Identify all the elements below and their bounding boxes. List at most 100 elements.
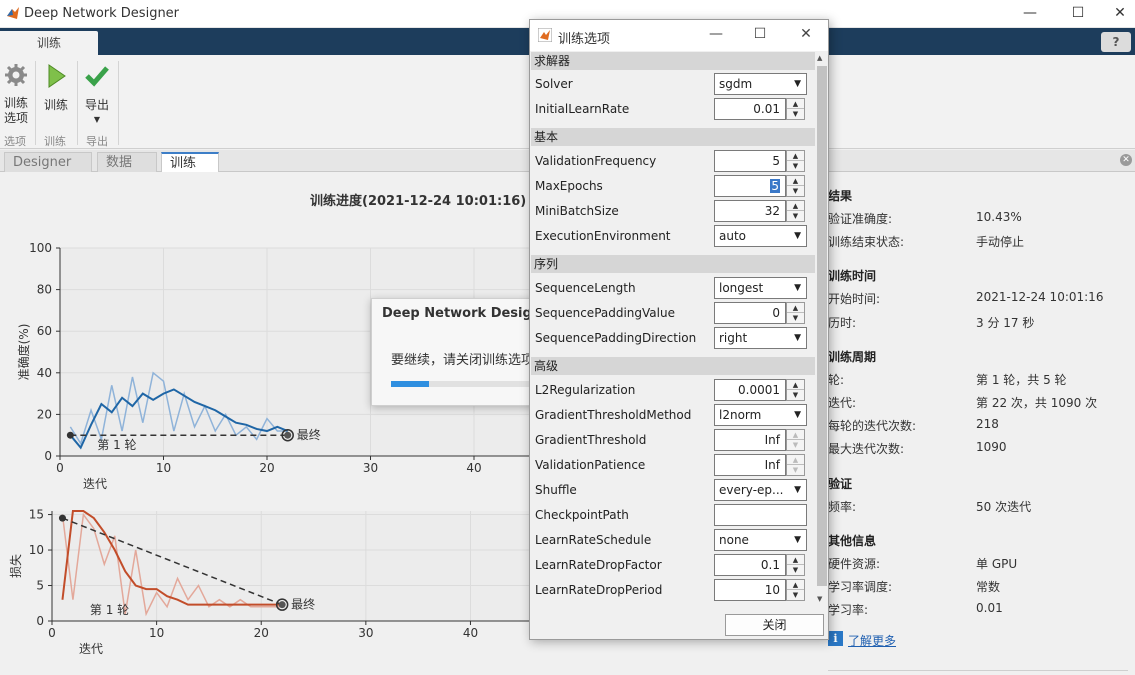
spin-down-icon[interactable]: ▼ (787, 440, 804, 450)
tab-training[interactable]: 训练 (161, 152, 219, 172)
spin-up-icon[interactable]: ▲ (787, 455, 804, 465)
spin-down-icon[interactable]: ▼ (787, 313, 804, 323)
spin-up-icon[interactable]: ▲ (787, 555, 804, 565)
iteration-value: 第 22 次，共 1090 次 (976, 396, 1098, 410)
spin-up-icon[interactable]: ▲ (787, 303, 804, 313)
elapsed-value: 3 分 17 秒 (976, 316, 1035, 330)
max-epochs-spinner[interactable]: ▲ ▼ (786, 175, 805, 197)
l2-regularization-field[interactable]: 0.0001 (714, 379, 786, 401)
acc-x-axis-label: 迭代 (83, 477, 107, 491)
learn-rate-drop-factor-label: LearnRateDropFactor (535, 558, 662, 572)
spin-up-icon[interactable]: ▲ (787, 176, 804, 186)
solver-value: sgdm (719, 77, 753, 91)
lr-schedule-value: 常数 (976, 580, 1001, 594)
sequence-length-label: SequenceLength (535, 281, 636, 295)
tab-data[interactable]: 数据 (97, 152, 157, 172)
matlab-logo-icon (7, 7, 19, 19)
maximize-button[interactable]: ☐ (1058, 2, 1098, 26)
learn-rate-drop-period-spinner[interactable]: ▲ ▼ (786, 579, 805, 601)
initial-learn-rate-spinner[interactable]: ▲ ▼ (786, 98, 805, 120)
train-button[interactable]: 训练 (42, 63, 70, 113)
mini-batch-size-spinner[interactable]: ▲ ▼ (786, 200, 805, 222)
cycle-heading: 训练周期 (828, 350, 877, 364)
learn-rate-drop-period-field[interactable]: 10 (714, 579, 786, 601)
acc-y-tick-label: 40 (37, 366, 52, 380)
training-options-button[interactable]: 训练 选项 (2, 63, 30, 126)
loss-x-tick-label: 10 (149, 626, 164, 640)
section-sequence: 序列 (531, 255, 815, 273)
learn-rate-drop-factor-field[interactable]: 0.1 (714, 554, 786, 576)
loss-x-tick-label: 20 (254, 626, 269, 640)
spin-down-icon[interactable]: ▼ (787, 211, 804, 221)
scroll-up-icon[interactable]: ▲ (817, 54, 822, 62)
shuffle-dropdown[interactable]: every-ep... ▼ (714, 479, 807, 501)
options-scrollbar[interactable]: ▲ ▼ (816, 52, 828, 607)
minimize-button[interactable]: — (1010, 2, 1050, 26)
loss-final-label: 最终 (291, 597, 315, 612)
validation-patience-spinner[interactable]: ▲ ▼ (786, 454, 805, 476)
mini-batch-size-field[interactable]: 32 (714, 200, 786, 222)
spin-up-icon[interactable]: ▲ (787, 201, 804, 211)
spin-down-icon[interactable]: ▼ (787, 390, 804, 400)
validation-frequency-field[interactable]: 5 (714, 150, 786, 172)
spin-up-icon[interactable]: ▲ (787, 99, 804, 109)
learn-rate-schedule-label: LearnRateSchedule (535, 533, 652, 547)
acc-y-axis-label: 准确度(%) (16, 324, 31, 381)
spin-down-icon[interactable]: ▼ (787, 186, 804, 196)
gradient-threshold-field[interactable]: Inf (714, 429, 786, 451)
other-info-heading: 其他信息 (828, 534, 877, 548)
tab-designer[interactable]: Designer (4, 152, 92, 172)
gradient-threshold-spinner[interactable]: ▲ ▼ (786, 429, 805, 451)
close-dialog-x-button[interactable]: ✕ (796, 26, 816, 42)
close-button[interactable]: 关闭 (725, 614, 824, 636)
spin-up-icon[interactable]: ▲ (787, 151, 804, 161)
scroll-down-icon[interactable]: ▼ (817, 595, 822, 603)
learn-rate-key: 学习率: (828, 603, 869, 617)
status-value: 手动停止 (976, 235, 1025, 249)
l2-regularization-spinner[interactable]: ▲ ▼ (786, 379, 805, 401)
chevron-down-icon: ▼ (794, 535, 801, 545)
spin-up-icon[interactable]: ▲ (787, 580, 804, 590)
play-icon (48, 64, 66, 88)
loss-y-tick-label: 15 (29, 508, 44, 522)
spin-up-icon[interactable]: ▲ (787, 430, 804, 440)
maximize-button[interactable]: ☐ (750, 26, 770, 42)
sequence-padding-direction-dropdown[interactable]: right ▼ (714, 327, 807, 349)
max-epochs-field[interactable]: 5 (714, 175, 786, 197)
validation-patience-field[interactable]: Inf (714, 454, 786, 476)
start-key: 开始时间: (828, 292, 881, 306)
spin-down-icon[interactable]: ▼ (787, 465, 804, 475)
execution-environment-dropdown[interactable]: auto ▼ (714, 225, 807, 247)
loss-y-axis-label: 损失 (8, 554, 23, 578)
learn-more-link[interactable]: 了解更多 (848, 632, 896, 649)
initial-learn-rate-field[interactable]: 0.01 (714, 98, 786, 120)
max-epochs-label: MaxEpochs (535, 179, 603, 193)
spin-up-icon[interactable]: ▲ (787, 380, 804, 390)
validation-frequency-spinner[interactable]: ▲ ▼ (786, 150, 805, 172)
close-panel-icon[interactable]: ✕ (1120, 154, 1132, 166)
chevron-down-icon: ▼ (794, 333, 801, 343)
close-window-button[interactable]: ✕ (1100, 2, 1135, 26)
sequence-padding-value-spinner[interactable]: ▲ ▼ (786, 302, 805, 324)
export-button[interactable]: 导出 ▼ (82, 63, 112, 124)
spin-down-icon[interactable]: ▼ (787, 565, 804, 575)
learn-rate-drop-factor-spinner[interactable]: ▲ ▼ (786, 554, 805, 576)
spin-down-icon[interactable]: ▼ (787, 161, 804, 171)
l2-regularization-label: L2Regularization (535, 383, 636, 397)
spin-down-icon[interactable]: ▼ (787, 590, 804, 600)
sequence-padding-value-field[interactable]: 0 (714, 302, 786, 324)
gear-icon (5, 64, 27, 86)
solver-dropdown[interactable]: sgdm ▼ (714, 73, 807, 95)
scrollbar-thumb[interactable] (817, 66, 827, 586)
checkpoint-path-field[interactable] (714, 504, 807, 526)
minimize-button[interactable]: — (706, 26, 726, 42)
help-button[interactable]: ? (1101, 32, 1131, 52)
acc-y-tick-label: 0 (44, 449, 52, 463)
iteration-key: 迭代: (828, 396, 857, 410)
sequence-length-dropdown[interactable]: longest ▼ (714, 277, 807, 299)
gradient-threshold-method-dropdown[interactable]: l2norm ▼ (714, 404, 807, 426)
chevron-down-icon: ▼ (794, 283, 801, 293)
spin-down-icon[interactable]: ▼ (787, 109, 804, 119)
learn-rate-schedule-dropdown[interactable]: none ▼ (714, 529, 807, 551)
ribbon-tab-train[interactable]: 训练 (0, 31, 98, 55)
